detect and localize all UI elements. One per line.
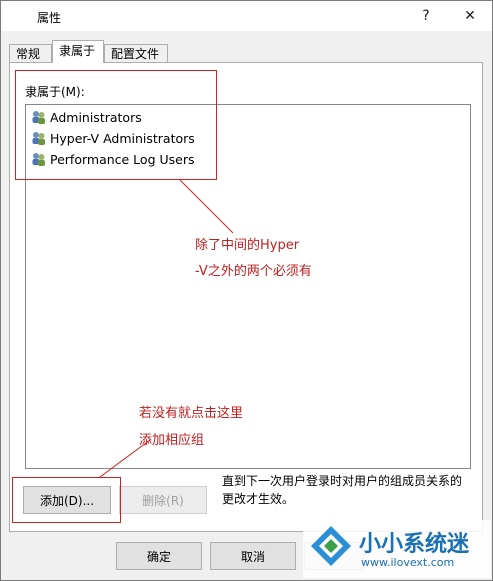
annotation-text-2-line2: 添加相应组 <box>139 433 205 448</box>
watermark: 小小系统迷 www.ilovext.com <box>303 520 491 578</box>
annotation-text-1-line2: -V之外的两个必须有 <box>195 264 312 279</box>
watermark-brand: 小小系统迷 <box>359 532 470 557</box>
annotation-line-1 <box>179 179 234 234</box>
annotation-text-2-line1: 若没有就点击这里 <box>139 406 244 421</box>
watermark-logo-icon <box>311 526 351 566</box>
tab-member-of[interactable]: 隶属于 <box>52 40 104 63</box>
watermark-url: www.ilovext.com <box>361 556 455 569</box>
annotation-text-1-line1: 除了中间的Hyper <box>195 238 300 253</box>
annotation-lines <box>99 179 234 478</box>
